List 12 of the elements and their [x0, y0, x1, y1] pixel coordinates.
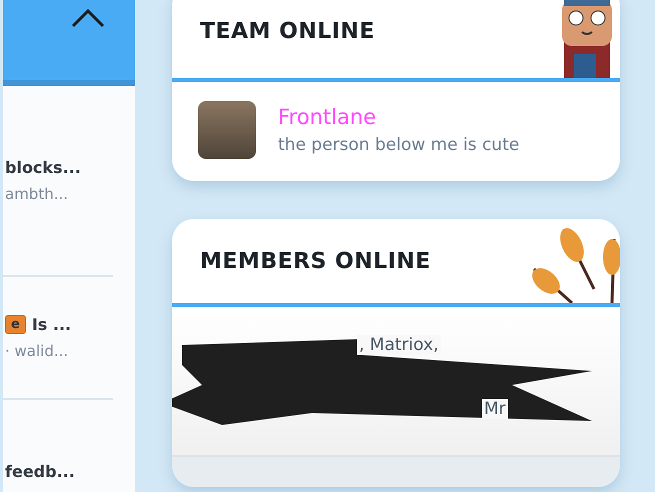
member-list-text: Mr: [482, 399, 508, 419]
card-title: MEMBERS ONLINE: [200, 248, 431, 274]
member-list-text: , Matriox,: [357, 335, 441, 355]
thread-meta: · walid...: [5, 342, 70, 360]
chevron-up-icon[interactable]: [71, 8, 105, 28]
thread-title[interactable]: blocks...: [5, 158, 81, 177]
thread-meta: ambth...: [5, 185, 70, 203]
thread-title[interactable]: Is ...: [32, 315, 72, 334]
member-status: the person below me is cute: [278, 135, 520, 155]
card-title: TEAM ONLINE: [200, 18, 375, 44]
tag-label: e: [5, 315, 26, 334]
thread-title[interactable]: feedb...: [5, 462, 75, 481]
